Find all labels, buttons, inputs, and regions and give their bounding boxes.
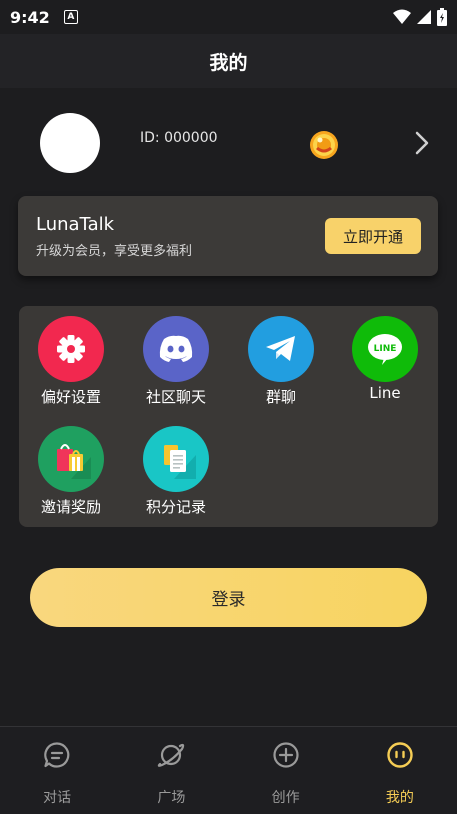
grid-item-label: 社区聊天 bbox=[145, 388, 206, 406]
profile-row[interactable]: ID: 000000 bbox=[0, 100, 457, 190]
grid-item-label: Line bbox=[369, 384, 401, 402]
discord-icon bbox=[143, 316, 209, 382]
grid-item-community-chat[interactable]: 社区聊天 bbox=[124, 306, 228, 406]
nav-item-mine[interactable]: 我的 bbox=[343, 727, 457, 814]
gift-bag-icon bbox=[38, 426, 104, 492]
telegram-icon bbox=[248, 316, 314, 382]
signal-icon bbox=[417, 10, 431, 24]
grid-item-label: 群聊 bbox=[265, 388, 296, 406]
coin-icon bbox=[310, 131, 338, 159]
chevron-right-icon[interactable] bbox=[410, 130, 434, 156]
notification-a-icon: A bbox=[63, 10, 78, 24]
page-title: 我的 bbox=[209, 51, 248, 74]
nav-item-create[interactable]: 创作 bbox=[229, 727, 343, 814]
battery-icon bbox=[437, 8, 447, 26]
user-id: ID: 000000 bbox=[140, 130, 218, 146]
grid-item-line[interactable]: LINE Line bbox=[333, 306, 437, 406]
status-icons bbox=[393, 8, 447, 26]
page-header: 我的 bbox=[0, 34, 457, 88]
plus-circle-icon bbox=[273, 742, 299, 768]
member-description: 升级为会员，享受更多福利 bbox=[36, 244, 193, 259]
nav-label: 广场 bbox=[157, 790, 186, 806]
chat-icon bbox=[44, 742, 70, 768]
member-brand: LunaTalk bbox=[36, 214, 115, 235]
status-time: 9:42 bbox=[10, 7, 50, 27]
grid-item-invite-rewards[interactable]: 邀请奖励 bbox=[19, 416, 123, 516]
grid-item-group-chat[interactable]: 群聊 bbox=[229, 306, 333, 406]
nav-item-chat[interactable]: 对话 bbox=[0, 727, 114, 814]
activate-membership-button[interactable]: 立即开通 bbox=[325, 218, 421, 254]
grid-item-label: 积分记录 bbox=[145, 498, 206, 516]
grid-item-label: 偏好设置 bbox=[40, 388, 101, 406]
wifi-icon bbox=[393, 9, 411, 24]
nav-label: 创作 bbox=[271, 790, 300, 806]
nav-item-plaza[interactable]: 广场 bbox=[114, 727, 228, 814]
grid-item-label: 邀请奖励 bbox=[40, 498, 101, 516]
grid-item-points-record[interactable]: 积分记录 bbox=[124, 416, 228, 516]
document-icon bbox=[143, 426, 209, 492]
gear-icon bbox=[38, 316, 104, 382]
feature-grid: 偏好设置 社区聊天 群聊 LINE Line 邀请奖励 积分记录 bbox=[19, 306, 438, 527]
svg-text:LINE: LINE bbox=[374, 344, 397, 354]
nav-label: 我的 bbox=[385, 790, 414, 806]
smiley-icon bbox=[387, 742, 413, 768]
bottom-nav: 对话 广场 创作 我的 bbox=[0, 726, 457, 814]
nav-label: 对话 bbox=[43, 790, 72, 806]
login-button[interactable]: 登录 bbox=[30, 568, 427, 627]
planet-icon bbox=[158, 743, 185, 767]
membership-card: LunaTalk 升级为会员，享受更多福利 立即开通 bbox=[18, 196, 438, 276]
line-icon: LINE bbox=[352, 316, 418, 382]
avatar[interactable] bbox=[40, 113, 100, 173]
status-bar: 9:42 A bbox=[0, 0, 457, 34]
grid-item-preferences[interactable]: 偏好设置 bbox=[19, 306, 123, 406]
